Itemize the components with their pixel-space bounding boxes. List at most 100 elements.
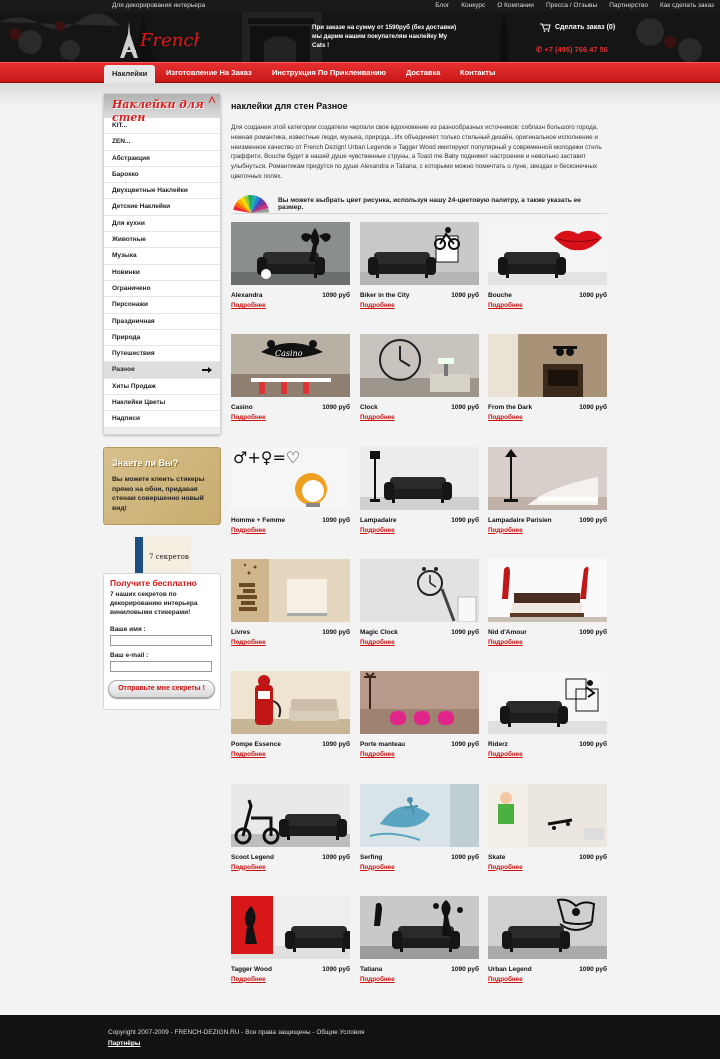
nav-item-contacts[interactable]: Контакты: [452, 63, 503, 83]
product-more-link[interactable]: Подробнее: [488, 976, 523, 983]
product-more-link[interactable]: Подробнее: [231, 527, 266, 534]
product-image[interactable]: [231, 222, 350, 285]
product-more-link[interactable]: Подробнее: [231, 302, 266, 309]
product-image[interactable]: [360, 895, 479, 959]
free-secrets-box: 7 секретов Получите бесплатно 7 наших се…: [103, 535, 221, 710]
product-name: Tatiana: [360, 965, 383, 973]
nav-item-custom[interactable]: Изготовление На Заказ: [158, 63, 260, 83]
product-more-link[interactable]: Подробнее: [231, 414, 266, 421]
email-field[interactable]: [110, 661, 212, 672]
product-more-link[interactable]: Подробнее: [231, 864, 266, 871]
product-more-link[interactable]: Подробнее: [488, 302, 523, 309]
product-image[interactable]: [231, 671, 350, 735]
sidebar-item[interactable]: Для кухни: [104, 216, 220, 233]
product-more-link[interactable]: Подробнее: [231, 976, 266, 983]
top-link-about[interactable]: О Компании: [497, 2, 534, 9]
sidebar-item[interactable]: Музыка: [104, 248, 220, 265]
nav-item-instructions[interactable]: Инструкция По Приклеиванию: [264, 63, 394, 83]
header: French Dezign При заказе на сумму от 159…: [0, 12, 720, 62]
top-link-blog[interactable]: Блог: [435, 2, 449, 9]
top-link-contest[interactable]: Конкурс: [461, 2, 485, 9]
nav-item-delivery[interactable]: Доставка: [398, 63, 448, 83]
decor-icon: [208, 96, 216, 104]
sidebar-item[interactable]: Ограничено: [104, 281, 220, 298]
product-card: Lampadaire 1090 руб Подробнее: [360, 446, 479, 534]
product-image[interactable]: ♂+♀=♡: [231, 446, 350, 510]
sidebar-item-label: Абстракция: [112, 154, 150, 162]
product-image[interactable]: [488, 783, 607, 847]
product-more-link[interactable]: Подробнее: [488, 639, 523, 646]
product-more-link[interactable]: Подробнее: [231, 639, 266, 646]
sidebar-item-label: Детские Наклейки: [112, 203, 171, 211]
book-icon: 7 секретов: [131, 535, 193, 573]
product-more-link[interactable]: Подробнее: [231, 751, 266, 758]
product-more-link[interactable]: Подробнее: [360, 414, 395, 421]
sidebar-item[interactable]: Детские Наклейки: [104, 199, 220, 216]
product-name: Alexandra: [231, 292, 263, 299]
product-image[interactable]: [231, 895, 350, 959]
product-image[interactable]: [488, 222, 607, 285]
product-more-link[interactable]: Подробнее: [360, 751, 395, 758]
logo[interactable]: French Dezign: [110, 20, 274, 60]
product-price: 1090 руб: [322, 628, 350, 636]
product-card: Casino Casino 1090 руб Подробнее: [231, 334, 350, 421]
product-more-link[interactable]: Подробнее: [488, 527, 523, 534]
product-card: Magic Clock 1090 руб Подробнее: [360, 558, 479, 646]
partners-link[interactable]: Партнёры: [108, 1040, 140, 1047]
product-more-link[interactable]: Подробнее: [360, 639, 395, 646]
product-more-link[interactable]: Подробнее: [488, 751, 523, 758]
product-image[interactable]: [360, 222, 479, 285]
product-image[interactable]: [360, 334, 479, 398]
product-image[interactable]: Casino: [231, 334, 350, 398]
product-image[interactable]: [360, 671, 479, 735]
sidebar-item[interactable]: Природа: [104, 330, 220, 347]
product-more-link[interactable]: Подробнее: [360, 864, 395, 871]
product-image[interactable]: [231, 558, 350, 622]
sidebar-item[interactable]: Двухцветные Наклейки: [104, 183, 220, 200]
product-image[interactable]: [360, 446, 479, 510]
top-link-how-to-order[interactable]: Как сделать заказ: [660, 2, 714, 9]
product-more-link[interactable]: Подробнее: [488, 864, 523, 871]
product-image[interactable]: [488, 671, 607, 735]
cart-link[interactable]: Сделать заказ (0): [540, 23, 615, 32]
name-field[interactable]: [110, 635, 212, 646]
product-image[interactable]: [360, 783, 479, 847]
sidebar-item[interactable]: Животные: [104, 232, 220, 249]
product-more-link[interactable]: Подробнее: [360, 976, 395, 983]
sidebar-item[interactable]: Надписи: [104, 411, 220, 428]
product-price: 1090 руб: [451, 965, 479, 973]
sidebar-item-label: Наклейки Цветы: [112, 399, 166, 407]
top-link-press[interactable]: Пресса / Отзывы: [546, 2, 597, 9]
tagline: Для декорирования интерьера: [112, 2, 206, 9]
phone-icon: ✆: [536, 45, 543, 54]
sidebar-item[interactable]: Путешествия: [104, 346, 220, 363]
send-secrets-button[interactable]: Отправьте мне секреты !: [108, 680, 215, 698]
sidebar-item[interactable]: Персонажи: [104, 297, 220, 314]
sidebar-item[interactable]: Хиты Продаж: [104, 379, 220, 396]
product-image[interactable]: [488, 558, 607, 622]
sidebar-item[interactable]: Наклейки Цветы: [104, 395, 220, 412]
product-price: 1090 руб: [322, 741, 350, 749]
product-image[interactable]: [360, 558, 479, 622]
product-card: Urban Legend 1090 руб Подробнее: [488, 895, 607, 983]
copyright: Copyright 2007-2009 - FRENCH-DEZIGN.RU -…: [108, 1029, 365, 1036]
sidebar-item[interactable]: Новинки: [104, 265, 220, 281]
sidebar-item[interactable]: Барокко: [104, 167, 220, 184]
product-image[interactable]: [488, 895, 607, 959]
book-label: 7 секретов: [149, 553, 189, 561]
nav-item-stickers[interactable]: Наклейки: [104, 65, 155, 84]
sidebar-item[interactable]: KIT...: [104, 118, 220, 135]
product-image[interactable]: [488, 334, 607, 398]
sidebar-item[interactable]: Абстракция: [104, 151, 220, 167]
top-link-partnership[interactable]: Партнерство: [609, 2, 648, 9]
product-more-link[interactable]: Подробнее: [488, 414, 523, 421]
product-more-link[interactable]: Подробнее: [360, 302, 395, 309]
sidebar-item[interactable]: ZEN...: [104, 134, 220, 151]
sidebar-item-label: Надписи: [112, 415, 140, 423]
product-image[interactable]: [488, 446, 607, 510]
category-sidebar: Наклейки для стен KIT... ZEN... Абстракция…: [103, 93, 221, 435]
sidebar-item[interactable]: Разное: [104, 362, 220, 379]
product-image[interactable]: [231, 783, 350, 847]
sidebar-item[interactable]: Праздничная: [104, 314, 220, 330]
product-more-link[interactable]: Подробнее: [360, 527, 395, 534]
